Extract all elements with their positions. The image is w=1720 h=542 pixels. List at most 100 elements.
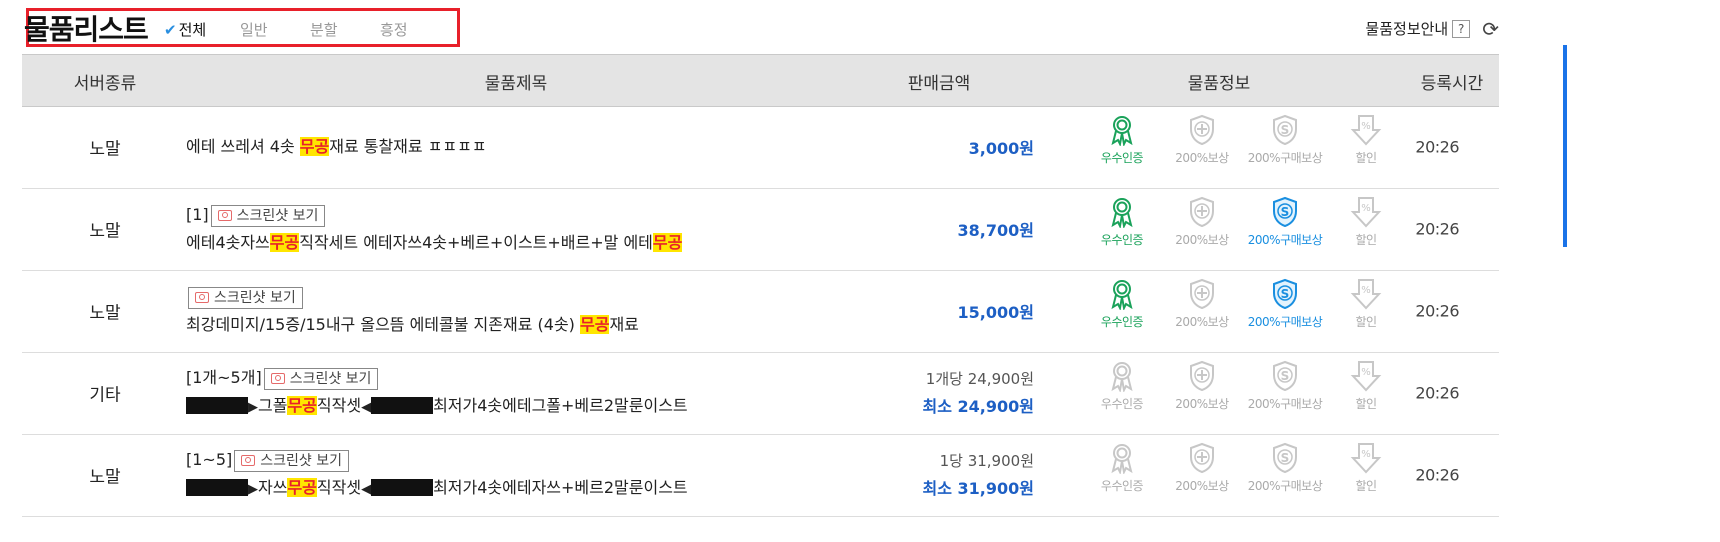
- item-info-badges: 우수인증 200%보상 S 200%구매보상 % 할인: [1067, 196, 1387, 266]
- filter-tab-split[interactable]: 분할: [310, 19, 380, 40]
- screenshot-button-label: 스크린샷 보기: [236, 208, 319, 224]
- camera-icon: [195, 292, 209, 303]
- purchase-guarantee-badge-icon: S: [1240, 196, 1330, 228]
- purchase-guarantee-badge-icon: S: [1240, 114, 1330, 146]
- discount-badge-icon: %: [1321, 196, 1411, 228]
- server-type: 노말: [89, 139, 121, 160]
- discount-badge-icon: %: [1321, 278, 1411, 310]
- registered-time: 20:26: [1415, 219, 1459, 239]
- filter-tab-label: 전체: [178, 21, 207, 39]
- redacted-block: [186, 479, 248, 496]
- item-title-keyword: 무공: [287, 396, 317, 415]
- svg-text:%: %: [1361, 285, 1371, 296]
- item-title-text: 최저가4솟에테그폴+베르2말룬이스트: [433, 396, 688, 415]
- item-subject: [1~5] 스크린샷 보기 ▶자쓰무공직작셋◀ 최저가4솟에테자쓰+베르2말룬이스트: [186, 446, 688, 504]
- svg-text:%: %: [1361, 449, 1371, 460]
- page-title: 물품리스트: [24, 13, 149, 46]
- table-row[interactable]: 노말 스크린샷 보기 최강데미지/15증/15내구 올으뜸 에테콜불 지존재료 (…: [22, 270, 1499, 353]
- guarantee-badge-icon: [1157, 278, 1247, 310]
- cert-badge-label: 우수인증: [1100, 315, 1144, 329]
- column-header-time: 등록시간: [1420, 74, 1484, 94]
- item-title[interactable]: ▶그폴무공직작셋◀ 최저가4솟에테그폴+베르2말룬이스트: [186, 392, 688, 422]
- guarantee-badge: 200%보상: [1157, 114, 1247, 166]
- filter-tab-all[interactable]: ✔ 전체: [164, 19, 240, 40]
- item-price-cell: 1개당 24,900원 최소 24,900원: [923, 365, 1034, 421]
- item-title-line1: [1~5] 스크린샷 보기: [186, 446, 688, 474]
- cert-badge-label: 우수인증: [1100, 397, 1144, 411]
- cert-badge-icon: [1077, 442, 1167, 474]
- scrollbar-thumb[interactable]: [1563, 45, 1567, 247]
- svg-text:S: S: [1281, 123, 1290, 137]
- table-header: 서버종류 물품제목 판매금액 물품정보 등록시간: [22, 54, 1499, 107]
- screenshot-button-label: 스크린샷 보기: [260, 453, 342, 469]
- discount-badge-label: 할인: [1355, 315, 1377, 329]
- cert-badge-icon: [1077, 196, 1167, 228]
- purchase-guarantee-badge-label: 200%구매보상: [1247, 233, 1323, 247]
- table-row[interactable]: 기타 [1개~5개] 스크린샷 보기 ▶그폴무공직작셋◀ 최저가4솟에테그폴+베르2…: [22, 352, 1499, 435]
- screenshot-button-label: 스크린샷 보기: [214, 290, 296, 306]
- redacted-block: [371, 397, 434, 414]
- item-info-badges: 우수인증 200%보상 S 200%구매보상 % 할인: [1067, 278, 1387, 348]
- item-price-cell: 15,000원: [958, 299, 1034, 323]
- item-subject: [1개~5개] 스크린샷 보기 ▶그폴무공직작셋◀ 최저가4솟에테그폴+베르2말룬이…: [186, 364, 688, 422]
- arrow-right-icon: ▶: [248, 400, 258, 415]
- item-title-text: 직작셋: [316, 396, 362, 415]
- help-icon[interactable]: ?: [1452, 19, 1471, 38]
- guarantee-badge-label: 200%보상: [1175, 397, 1229, 411]
- discount-badge: % 할인: [1321, 114, 1411, 166]
- screenshot-button[interactable]: 스크린샷 보기: [234, 450, 349, 472]
- screenshot-button[interactable]: 스크린샷 보기: [263, 368, 379, 390]
- refresh-icon[interactable]: ⟳: [1482, 19, 1499, 39]
- item-title-text: 에테4솟자쓰: [186, 233, 270, 252]
- discount-badge-label: 할인: [1355, 151, 1377, 165]
- item-title-text: 그폴: [258, 396, 288, 415]
- svg-text:%: %: [1361, 121, 1371, 132]
- item-info-guide-label: 물품정보안내: [1365, 20, 1449, 38]
- table-row[interactable]: 노말 [1~5] 스크린샷 보기 ▶자쓰무공직작셋◀ 최저가4솟에테자쓰+베르2말룬…: [22, 434, 1499, 517]
- cert-badge: 우수인증: [1077, 360, 1167, 412]
- purchase-guarantee-badge: S 200%구매보상: [1240, 196, 1330, 248]
- item-title-keyword: 무공: [269, 233, 300, 252]
- screenshot-button[interactable]: 스크린샷 보기: [210, 205, 326, 227]
- column-header-info: 물품정보: [1187, 74, 1251, 94]
- filter-tab-normal[interactable]: 일반: [240, 19, 310, 40]
- item-title[interactable]: 에테 쓰레셔 4솟 무공재료 통찰재료 ㅍㅍㅍㅍ: [186, 133, 487, 161]
- item-info-badges: 우수인증 200%보상 S 200%구매보상 % 할인: [1067, 442, 1387, 512]
- item-title[interactable]: ▶자쓰무공직작셋◀ 최저가4솟에테자쓰+베르2말룬이스트: [186, 474, 688, 504]
- filter-tab-negotiate[interactable]: 흥정: [380, 19, 450, 40]
- guarantee-badge-label: 200%보상: [1175, 315, 1229, 329]
- item-title-text: 재료 통찰재료 ㅍㅍㅍㅍ: [329, 137, 487, 156]
- item-subject: 스크린샷 보기최강데미지/15증/15내구 올으뜸 에테콜불 지존재료 (4솟)…: [186, 283, 639, 339]
- guarantee-badge-label: 200%보상: [1175, 479, 1229, 493]
- check-icon: ✔: [164, 21, 177, 39]
- camera-icon: [241, 455, 256, 466]
- cert-badge: 우수인증: [1077, 442, 1167, 494]
- column-header-price: 판매금액: [907, 74, 971, 94]
- cert-badge-icon: [1077, 114, 1167, 146]
- svg-text:%: %: [1361, 203, 1371, 214]
- discount-badge-label: 할인: [1355, 397, 1377, 411]
- table-row[interactable]: 노말 에테 쓰레셔 4솟 무공재료 통찰재료 ㅍㅍㅍㅍ 3,000원 우수인증 …: [22, 106, 1499, 189]
- guarantee-badge-icon: [1157, 442, 1247, 474]
- item-title[interactable]: 최강데미지/15증/15내구 올으뜸 에테콜불 지존재료 (4솟) 무공재료: [186, 311, 639, 339]
- column-header-title: 물품제목: [484, 74, 548, 94]
- item-title-line1: 스크린샷 보기: [186, 283, 639, 311]
- registered-time: 20:26: [1415, 137, 1459, 157]
- guarantee-badge: 200%보상: [1157, 360, 1247, 412]
- item-title-text: 최강데미지/15증/15내구 올으뜸 에테콜불 지존재료 (4솟): [186, 315, 580, 334]
- server-type: 노말: [89, 467, 121, 488]
- table-row[interactable]: 노말 [1] 스크린샷 보기 에테4솟자쓰무공직작세트 에테자쓰4솟+베르+이스트+…: [22, 188, 1499, 271]
- svg-text:S: S: [1281, 287, 1290, 301]
- server-type: 노말: [89, 221, 121, 242]
- screenshot-button[interactable]: 스크린샷 보기: [188, 287, 303, 309]
- item-quantity-prefix: [1개~5개]: [186, 368, 262, 387]
- cert-badge-label: 우수인증: [1100, 479, 1144, 493]
- discount-badge-label: 할인: [1355, 479, 1377, 493]
- item-quantity-prefix: [1~5]: [186, 450, 233, 469]
- item-info-badges: 우수인증 200%보상 S 200%구매보상 % 할인: [1067, 114, 1387, 184]
- item-info-badges: 우수인증 200%보상 S 200%구매보상 % 할인: [1067, 360, 1387, 430]
- arrow-left-icon: ◀: [361, 400, 372, 415]
- item-subject: 에테 쓰레셔 4솟 무공재료 통찰재료 ㅍㅍㅍㅍ: [186, 133, 487, 161]
- discount-badge-icon: %: [1321, 360, 1411, 392]
- item-title[interactable]: 에테4솟자쓰무공직작세트 에테자쓰4솟+베르+이스트+배르+말 에테무공: [186, 229, 683, 257]
